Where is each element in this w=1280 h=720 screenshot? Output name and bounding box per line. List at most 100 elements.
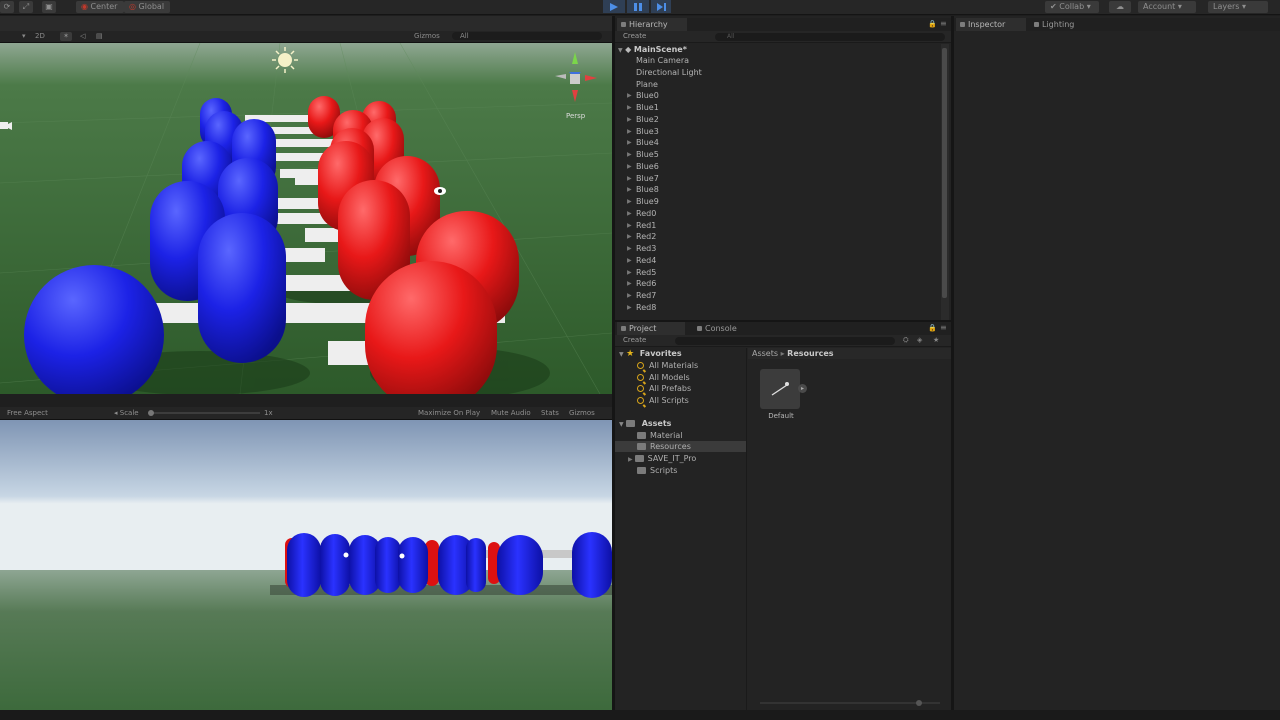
space-toggle-button[interactable]: ◎ Global <box>124 1 170 13</box>
cloud-icon[interactable]: ☁ <box>1109 1 1131 13</box>
hierarchy-scrollbar-thumb[interactable] <box>942 48 947 298</box>
camera-gizmo-icon[interactable] <box>0 122 12 130</box>
expand-triangle-icon[interactable]: ▶ <box>627 196 632 208</box>
expand-triangle-icon[interactable]: ▶ <box>627 290 632 302</box>
inspector-tab[interactable]: Inspector <box>956 18 1026 31</box>
hierarchy-row[interactable]: Plane <box>615 79 941 91</box>
hierarchy-row[interactable]: ▶ Red0 <box>615 208 941 220</box>
lock-icon[interactable]: 🔒 <box>928 324 937 332</box>
step-button[interactable] <box>651 0 671 13</box>
expand-triangle-icon[interactable]: ▶ <box>627 90 632 102</box>
hierarchy-row[interactable]: ▶ Red3 <box>615 243 941 255</box>
hierarchy-row[interactable]: ▶ Blue6 <box>615 161 941 173</box>
maximize-on-play-toggle[interactable]: Maximize On Play <box>418 409 480 417</box>
hierarchy-row[interactable]: ▶ Blue5 <box>615 149 941 161</box>
asset-expand-arrow-icon[interactable]: ▸ <box>798 384 807 393</box>
favorite-item[interactable]: All Materials <box>637 360 698 371</box>
rect-tool-icon[interactable]: ▣ <box>42 1 56 13</box>
2d-toggle-button[interactable]: 2D <box>35 32 45 40</box>
filter-label-icon[interactable]: ◈ <box>917 336 922 344</box>
expand-triangle-icon[interactable]: ▶ <box>627 149 632 161</box>
project-create-dropdown[interactable]: Create <box>623 336 646 344</box>
hierarchy-search-input[interactable]: All <box>715 33 945 41</box>
expand-triangle-icon[interactable]: ▶ <box>627 220 632 232</box>
persp-label[interactable]: Persp <box>566 112 585 120</box>
favorites-row[interactable]: ▼ ★ Favorites <box>619 348 682 360</box>
hierarchy-row[interactable]: ▶ Red8 <box>615 302 941 314</box>
hierarchy-row[interactable]: Main Camera <box>615 55 941 67</box>
audio-toggle-icon[interactable]: ◁ <box>80 32 85 40</box>
account-dropdown[interactable]: Account ▾ <box>1138 1 1196 13</box>
favorite-item[interactable]: All Prefabs <box>637 383 691 394</box>
lighting-toggle-icon[interactable]: ✶ <box>60 32 72 41</box>
expand-triangle-icon[interactable]: ▶ <box>627 137 632 149</box>
expand-triangle-icon[interactable]: ▶ <box>627 243 632 255</box>
hierarchy-row[interactable]: ▶ Blue9 <box>615 196 941 208</box>
collapse-triangle-icon[interactable]: ▼ <box>619 421 624 428</box>
pivot-toggle-button[interactable]: ◉ Center <box>76 1 124 13</box>
collab-button[interactable]: ✔ Collab ▾ <box>1045 1 1099 13</box>
asset-folder-row[interactable]: Scripts <box>637 465 677 476</box>
hierarchy-row[interactable]: ▶ Red4 <box>615 255 941 267</box>
expand-triangle-icon[interactable]: ▶ <box>628 456 633 463</box>
scale-tool-icon[interactable]: ⤢ <box>19 1 33 13</box>
project-tab[interactable]: Project <box>617 322 685 335</box>
hierarchy-tab[interactable]: Hierarchy <box>617 18 687 31</box>
rotate-tool-icon[interactable]: ⟳ <box>0 1 14 13</box>
panel-menu-icon[interactable]: ≡ <box>940 19 947 28</box>
lighting-tab[interactable]: Lighting <box>1030 18 1094 31</box>
hierarchy-scrollbar[interactable] <box>941 44 949 320</box>
hierarchy-row[interactable]: ▶ Blue0 <box>615 90 941 102</box>
layers-dropdown[interactable]: Layers ▾ <box>1208 1 1268 13</box>
expand-triangle-icon[interactable]: ▶ <box>627 126 632 138</box>
expand-triangle-icon[interactable]: ▶ <box>627 114 632 126</box>
hierarchy-row[interactable]: ▶ Red7 <box>615 290 941 302</box>
game-gizmos-dropdown[interactable]: Gizmos <box>569 409 595 417</box>
filter-type-icon[interactable]: ⛭ <box>903 336 909 345</box>
asset-folder-row[interactable]: ▶ SAVE_IT_Pro <box>628 453 696 465</box>
hierarchy-row[interactable]: ▶ Blue2 <box>615 114 941 126</box>
collapse-triangle-icon[interactable]: ▼ <box>619 351 624 358</box>
stats-toggle[interactable]: Stats <box>541 409 559 417</box>
scale-slider-thumb[interactable] <box>148 410 154 416</box>
hierarchy-create-dropdown[interactable]: Create <box>623 32 646 40</box>
shading-dropdown[interactable]: ▾ <box>22 32 26 40</box>
aspect-dropdown[interactable]: Free Aspect <box>7 409 48 417</box>
expand-triangle-icon[interactable]: ▶ <box>627 102 632 114</box>
effects-toggle-icon[interactable]: ▤ <box>96 32 103 40</box>
favorite-star-icon[interactable]: ★ <box>933 336 939 344</box>
hierarchy-row[interactable]: ▶ Blue7 <box>615 173 941 185</box>
expand-triangle-icon[interactable]: ▶ <box>627 302 632 314</box>
hierarchy-row[interactable]: ▶ Red1 <box>615 220 941 232</box>
expand-triangle-icon[interactable]: ▶ <box>627 184 632 196</box>
icon-size-slider-thumb[interactable] <box>916 700 922 706</box>
hierarchy-row[interactable]: ▶ Red6 <box>615 278 941 290</box>
hierarchy-row[interactable]: ▶ Red2 <box>615 231 941 243</box>
hierarchy-row[interactable]: Directional Light <box>615 67 941 79</box>
hierarchy-row[interactable]: ▶ Red5 <box>615 267 941 279</box>
favorite-item[interactable]: All Models <box>637 372 690 383</box>
favorite-item[interactable]: All Scripts <box>637 395 689 406</box>
asset-tile-default[interactable] <box>760 369 800 409</box>
game-view[interactable] <box>0 420 612 710</box>
play-button[interactable] <box>603 0 625 13</box>
lock-icon[interactable]: 🔒 <box>928 20 937 28</box>
expand-triangle-icon[interactable]: ▶ <box>627 255 632 267</box>
scene-gizmos-dropdown[interactable]: Gizmos <box>414 32 440 40</box>
scale-slider[interactable] <box>150 412 260 414</box>
asset-folder-row[interactable]: Material <box>637 430 683 441</box>
expand-triangle-icon[interactable]: ▶ <box>627 173 632 185</box>
hierarchy-row[interactable]: ▶ Blue4 <box>615 137 941 149</box>
hierarchy-row[interactable]: ▶ Blue8 <box>615 184 941 196</box>
scene-search-input[interactable]: All <box>452 32 602 40</box>
project-search-input[interactable] <box>675 337 895 345</box>
console-tab[interactable]: Console <box>693 322 761 335</box>
breadcrumb-current[interactable]: Resources <box>787 349 833 358</box>
assets-root-row[interactable]: ▼ Assets <box>619 418 671 430</box>
expand-triangle-icon[interactable]: ▶ <box>627 208 632 220</box>
icon-size-slider[interactable] <box>760 700 940 706</box>
breadcrumb-root[interactable]: Assets <box>752 349 778 358</box>
asset-folder-row-selected[interactable]: Resources <box>615 441 746 452</box>
hierarchy-row[interactable]: ▶ Blue1 <box>615 102 941 114</box>
collapse-triangle-icon[interactable]: ▼ <box>618 47 623 54</box>
